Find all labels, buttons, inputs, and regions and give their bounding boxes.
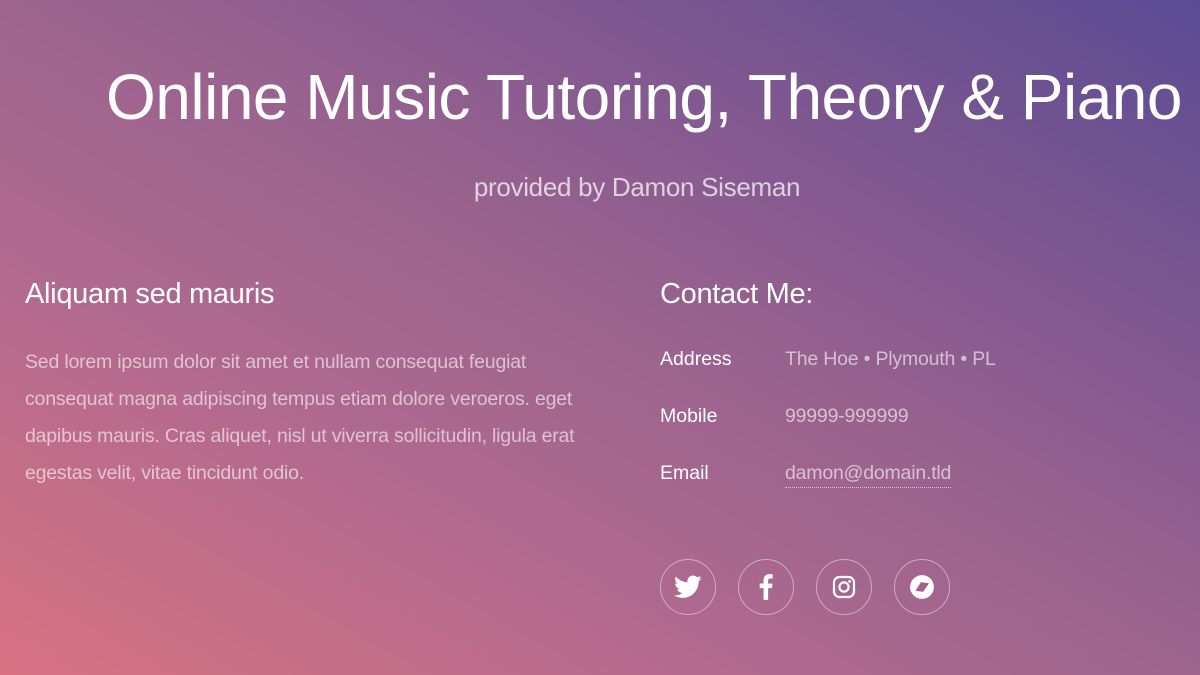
intro-section: Aliquam sed mauris Sed lorem ipsum dolor…	[25, 277, 595, 492]
contact-row-address: Address The Hoe • Plymouth • PL	[660, 348, 1180, 405]
instagram-icon	[832, 575, 856, 599]
page: Online Music Tutoring, Theory & Piano pr…	[0, 0, 1200, 675]
twitter-icon	[674, 575, 702, 598]
dribbble-icon	[910, 575, 934, 599]
instagram-button[interactable]	[816, 559, 872, 615]
mobile-value: 99999-999999	[785, 404, 909, 427]
address-value: The Hoe • Plymouth • PL	[785, 347, 996, 370]
intro-heading: Aliquam sed mauris	[25, 278, 275, 310]
contact-list: Address The Hoe • Plymouth • PL Mobile 9…	[660, 348, 1180, 519]
email-label: Email	[660, 461, 709, 484]
twitter-button[interactable]	[660, 559, 716, 615]
contact-section: Contact Me: Address The Hoe • Plymouth •…	[660, 277, 1180, 519]
email-link[interactable]: damon@domain.tld	[785, 462, 951, 488]
facebook-button[interactable]	[738, 559, 794, 615]
dribbble-button[interactable]	[894, 559, 950, 615]
contact-heading: Contact Me:	[660, 278, 814, 310]
social-links	[660, 559, 972, 615]
facebook-icon	[759, 574, 773, 600]
intro-paragraph: Sed lorem ipsum dolor sit amet et nullam…	[25, 350, 575, 484]
contact-row-mobile: Mobile 99999-999999	[660, 405, 1180, 462]
mobile-label: Mobile	[660, 404, 718, 427]
page-title: Online Music Tutoring, Theory & Piano	[106, 61, 1182, 133]
address-label: Address	[660, 347, 732, 370]
contact-row-email: Email damon@domain.tld	[660, 462, 1180, 519]
page-subtitle: provided by Damon Siseman	[473, 172, 801, 202]
